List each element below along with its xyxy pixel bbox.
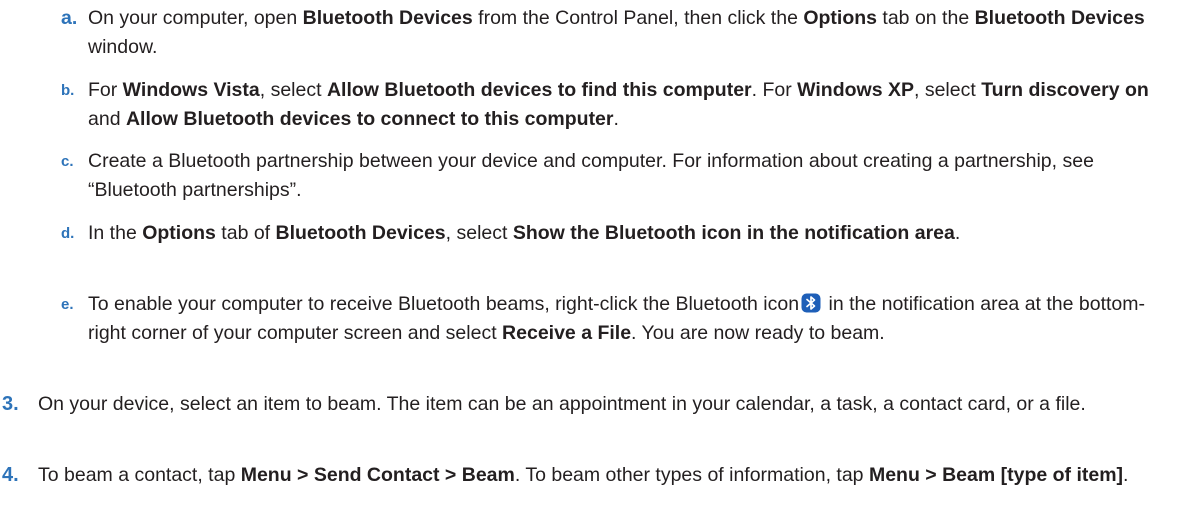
step-text: On your computer, open Bluetooth Devices… xyxy=(88,7,1145,58)
step-b: b. For Windows Vista, select Allow Bluet… xyxy=(61,76,1178,134)
step-3: 3. On your device, select an item to bea… xyxy=(2,390,1178,419)
step-marker: c. xyxy=(61,153,74,170)
bluetooth-icon xyxy=(801,293,821,313)
step-marker: a. xyxy=(61,7,78,29)
step-text: To beam a contact, tap Menu > Send Conta… xyxy=(38,464,1129,486)
step-marker: d. xyxy=(61,225,75,242)
step-text: On your device, select an item to beam. … xyxy=(38,393,1086,415)
step-text: In the Options tab of Bluetooth Devices,… xyxy=(88,222,961,244)
step-a: a. On your computer, open Bluetooth Devi… xyxy=(61,4,1178,62)
document-page: a. On your computer, open Bluetooth Devi… xyxy=(0,0,1199,531)
step-marker: 3. xyxy=(2,393,19,415)
step-text: To enable your computer to receive Bluet… xyxy=(88,293,1146,344)
step-d: d. In the Options tab of Bluetooth Devic… xyxy=(61,219,1178,248)
step-marker: 4. xyxy=(2,464,19,486)
step-4: 4. To beam a contact, tap Menu > Send Co… xyxy=(2,461,1178,490)
step-marker: b. xyxy=(61,82,75,99)
step-c: c. Create a Bluetooth partnership betwee… xyxy=(61,147,1178,205)
step-marker: e. xyxy=(61,296,74,313)
step-e: e. To enable your computer to receive Bl… xyxy=(61,290,1178,348)
step-text: Create a Bluetooth partnership between y… xyxy=(88,150,1094,201)
step-text: For Windows Vista, select Allow Bluetoot… xyxy=(88,79,1149,130)
